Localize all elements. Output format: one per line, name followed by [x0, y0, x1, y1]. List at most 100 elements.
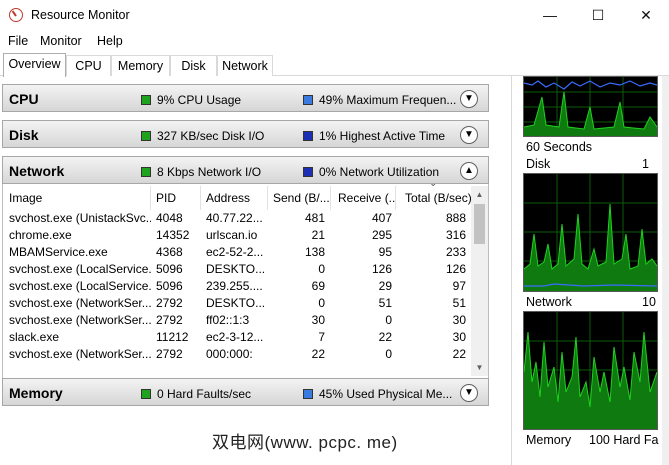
chevron-up-icon[interactable]: ▲	[460, 162, 478, 180]
table-row[interactable]: svchost.exe (LocalService... 5096 239.255.…	[3, 278, 471, 295]
scroll-up-icon[interactable]: ▲	[471, 186, 488, 203]
cell-pid: 14352	[156, 228, 190, 242]
column-header-pid[interactable]: PID	[156, 186, 201, 210]
table-row[interactable]: svchost.exe (UnistackSvc... 4048 40.77.22.…	[3, 210, 471, 227]
tab-disk[interactable]: Disk	[170, 55, 217, 76]
cell-receive: 51	[378, 296, 392, 310]
cell-address: DESKTO...	[206, 296, 266, 310]
column-header-receive[interactable]: Receive (...	[338, 186, 396, 210]
table-row[interactable]: svchost.exe (NetworkSer... 2792 ff02::1:3 3…	[3, 312, 471, 329]
network-section-title: Network	[9, 163, 65, 179]
network-graph-scale: 10	[642, 295, 656, 309]
network-graph-svg	[523, 312, 658, 429]
cell-pid: 2792	[156, 347, 183, 361]
cpu-section-header[interactable]: CPU 9% CPU Usage 49% Maximum Frequen... …	[2, 84, 489, 112]
graph-pane-scrollbar[interactable]	[662, 76, 669, 465]
column-header-address[interactable]: Address	[206, 186, 268, 210]
cell-send: 69	[311, 279, 325, 293]
cell-pid: 2792	[156, 313, 183, 327]
cpu-graph-svg	[523, 77, 658, 136]
cell-receive: 0	[385, 347, 392, 361]
table-row[interactable]: MBAMService.exe 4368 ec2-52-2... 138 95 233	[3, 244, 471, 261]
close-button[interactable]: ✕	[623, 0, 669, 30]
network-utilization-swatch	[303, 167, 313, 177]
cell-address: 239.255....	[206, 279, 263, 293]
cell-address: ec2-52-2...	[206, 245, 264, 259]
menu-file[interactable]: File	[8, 34, 28, 48]
cell-total: 316	[445, 228, 466, 242]
window-title: Resource Monitor	[31, 8, 130, 22]
cell-address: ff02::1:3	[206, 313, 250, 327]
disk-section-header[interactable]: Disk 327 KB/sec Disk I/O 1% Highest Acti…	[2, 120, 489, 148]
cell-total: 22	[452, 347, 466, 361]
network-utilization-stat: 0% Network Utilization	[319, 165, 440, 179]
scroll-down-icon[interactable]: ▼	[471, 359, 488, 376]
column-header-total[interactable]: Total (B/sec)	[405, 186, 471, 210]
graph-time-caption: 60 Seconds	[526, 140, 593, 154]
memory-section-header[interactable]: Memory 0 Hard Faults/sec 45% Used Physic…	[2, 378, 489, 406]
chevron-down-icon[interactable]: ▼	[460, 384, 478, 402]
tab-memory[interactable]: Memory	[111, 55, 170, 76]
cell-send: 0	[318, 296, 325, 310]
disk-io-swatch	[141, 131, 151, 141]
cell-image: svchost.exe (UnistackSvc...	[9, 211, 151, 225]
cell-receive: 22	[378, 330, 392, 344]
cell-send: 30	[311, 313, 325, 327]
network-section-header[interactable]: Network 8 Kbps Network I/O 0% Network Ut…	[2, 156, 489, 184]
memory-section-title: Memory	[9, 385, 63, 401]
minimize-button[interactable]: —	[527, 0, 573, 30]
table-row[interactable]: slack.exe 11212 ec2-3-12... 7 22 30	[3, 329, 471, 346]
cpu-frequency-swatch	[303, 95, 313, 105]
scrollbar-thumb[interactable]	[474, 204, 485, 244]
cell-image: svchost.exe (LocalService...	[9, 279, 151, 293]
cell-total: 233	[445, 245, 466, 259]
cpu-frequency-stat: 49% Maximum Frequen...	[319, 93, 457, 107]
cell-total: 30	[452, 313, 466, 327]
cpu-usage-swatch	[141, 95, 151, 105]
table-row[interactable]: svchost.exe (NetworkSer... 2792 000:000: 22…	[3, 346, 471, 363]
cell-send: 21	[311, 228, 325, 242]
graph-pane: 60 Seconds Disk 1 Network 10 Memory 100 …	[511, 76, 669, 465]
cell-total: 888	[445, 211, 466, 225]
maximize-button[interactable]: ☐	[575, 0, 621, 30]
cell-receive: 407	[371, 211, 392, 225]
cell-pid: 4368	[156, 245, 183, 259]
disk-io-stat: 327 KB/sec Disk I/O	[157, 129, 265, 143]
network-io-swatch	[141, 167, 151, 177]
menu-help[interactable]: Help	[97, 34, 123, 48]
menu-monitor[interactable]: Monitor	[40, 34, 82, 48]
hard-faults-swatch	[141, 389, 151, 399]
cell-pid: 5096	[156, 279, 183, 293]
disk-graph-label: Disk	[526, 157, 551, 171]
cell-send: 138	[304, 245, 325, 259]
column-header-image[interactable]: Image	[9, 186, 151, 210]
cell-receive: 126	[371, 262, 392, 276]
watermark-text: 双电网(www. pcpc. me)	[212, 433, 398, 452]
cell-receive: 0	[385, 313, 392, 327]
memory-graph-scale: 100 Hard Fa	[589, 433, 659, 447]
table-row[interactable]: chrome.exe 14352 urlscan.io 21 295 316	[3, 227, 471, 244]
table-scrollbar[interactable]: ▲ ▼	[471, 186, 488, 376]
physical-memory-swatch	[303, 389, 313, 399]
cell-send: 0	[318, 262, 325, 276]
cell-total: 126	[445, 262, 466, 276]
sort-descending-icon: ⌄	[429, 184, 437, 189]
column-header-send[interactable]: Send (B/...	[273, 186, 331, 210]
physical-memory-stat: 45% Used Physical Me...	[319, 387, 453, 401]
resource-monitor-icon	[9, 8, 23, 22]
chevron-down-icon[interactable]: ▼	[460, 126, 478, 144]
table-row[interactable]: svchost.exe (LocalService... 5096 DESKTO..…	[3, 261, 471, 278]
tab-overview[interactable]: Overview	[3, 53, 66, 77]
tab-strip: Overview CPU Memory Disk Network	[0, 53, 669, 77]
cell-address: DESKTO...	[206, 262, 266, 276]
network-io-stat: 8 Kbps Network I/O	[157, 165, 262, 179]
tab-cpu[interactable]: CPU	[66, 55, 111, 76]
chevron-down-icon[interactable]: ▼	[460, 90, 478, 108]
menu-bar: File Monitor Help	[0, 31, 669, 51]
network-graph	[523, 311, 658, 430]
title-bar: Resource Monitor — ☐ ✕	[0, 0, 669, 31]
cell-pid: 11212	[156, 330, 189, 344]
table-row[interactable]: svchost.exe (NetworkSer... 2792 DESKTO... 0…	[3, 295, 471, 312]
cell-image: slack.exe	[9, 330, 60, 344]
tab-network[interactable]: Network	[217, 55, 273, 76]
